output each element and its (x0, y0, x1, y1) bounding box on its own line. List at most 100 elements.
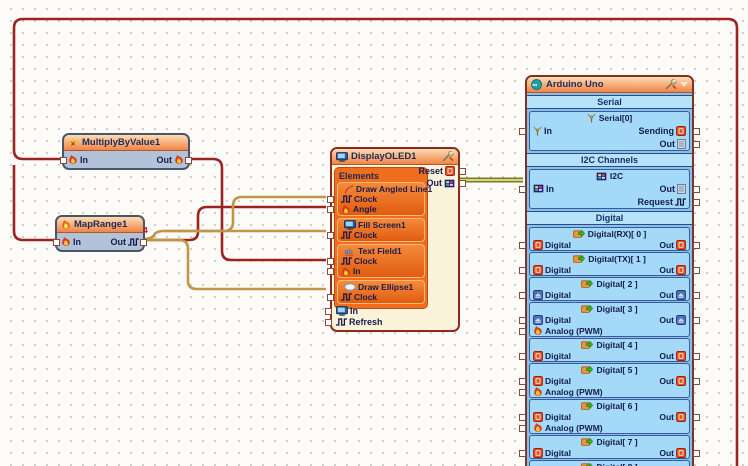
oled-pin-clock[interactable]: Clock (327, 194, 424, 204)
oled-element[interactable]: Draw Ellipse1 Clock (327, 280, 425, 304)
arduino-channel[interactable]: Serial[0] In Sending Out (519, 111, 700, 151)
pin-connector[interactable] (327, 258, 334, 265)
pin-connector[interactable] (693, 127, 700, 135)
pin-connector[interactable] (327, 268, 334, 275)
pin-connector[interactable] (185, 157, 192, 164)
pin-connector[interactable] (693, 449, 700, 457)
pin-connector[interactable] (519, 377, 526, 385)
arduino-channel[interactable]: I2C In Out Request (519, 169, 700, 209)
pin-out[interactable]: Out (111, 237, 139, 247)
pin-connector[interactable] (60, 157, 67, 164)
arduino-pin-out[interactable]: Out (659, 265, 686, 275)
arduino-pin-analog-pwm-[interactable]: Analog (PWM) (533, 423, 603, 433)
pin-connector[interactable] (693, 413, 700, 421)
arduino-channel[interactable]: Digital(RX)[ 0 ] Digital Out (519, 227, 700, 251)
oled-element[interactable]: Draw Angled Line1 Clock Angle (327, 182, 432, 216)
block-multiplybyvalue[interactable]: × MultiplyByValue1 In Out (60, 133, 192, 170)
arduino-channel[interactable]: Digital[ 3 ] Digital Out Analog (PWM) (519, 302, 700, 337)
arduino-pin-out[interactable]: Out (659, 351, 686, 361)
pin-connector[interactable] (519, 316, 526, 324)
pin-connector[interactable] (693, 352, 700, 360)
wire-maprange-to-angledline-clock[interactable] (164, 195, 326, 233)
pin-connector[interactable] (327, 206, 334, 213)
arduino-pin-digital[interactable]: Digital (533, 315, 571, 325)
pin-connector[interactable] (327, 196, 334, 203)
arduino-pin-out[interactable]: Out (659, 240, 686, 250)
wire-maprange-to-ellipse-clock[interactable] (142, 238, 326, 291)
pin-connector[interactable] (519, 388, 526, 396)
pin-connector[interactable] (519, 449, 526, 457)
chevron-down-icon[interactable] (680, 82, 688, 87)
arduino-channel[interactable]: Digital[ 2 ] Digital Out (519, 277, 700, 301)
pin-connector[interactable] (693, 316, 700, 324)
arduino-pin-out[interactable]: Out (659, 315, 686, 325)
arduino-channel[interactable]: Digital[ 4 ] Digital Out (519, 338, 700, 362)
arduino-pin-out[interactable]: Out (660, 184, 687, 194)
wrench-icon[interactable] (664, 79, 677, 90)
arduino-pin-digital[interactable]: Digital (533, 351, 571, 361)
pin-connector[interactable] (519, 127, 526, 135)
block-title-bar[interactable]: MapRange1 (57, 217, 143, 233)
pin-connector[interactable] (459, 168, 466, 175)
pin-connector[interactable] (519, 352, 526, 360)
block-title-bar[interactable]: DisplayOLED1 (332, 149, 458, 165)
block-title-bar[interactable]: × MultiplyByValue1 (64, 135, 188, 151)
arduino-pin-out[interactable]: Out (659, 412, 686, 422)
oled-pin-angle[interactable]: Angle (327, 204, 424, 214)
pin-connector[interactable] (519, 424, 526, 432)
oled-pin-clock[interactable]: Clock (327, 292, 424, 302)
wrench-icon[interactable] (441, 151, 454, 162)
arduino-pin-out[interactable]: Out (659, 290, 686, 300)
pin-out[interactable]: Out (157, 155, 185, 165)
pin-connector[interactable] (53, 239, 60, 246)
pin-connector[interactable] (327, 232, 334, 239)
arduino-pin-request[interactable]: Request (637, 197, 686, 207)
arduino-pin-in[interactable]: In (533, 126, 552, 136)
pin-connector[interactable] (519, 266, 526, 274)
block-maprange[interactable]: MapRange1 In Out (53, 215, 147, 252)
oled-element[interactable]: ab Text Field1 Clock In (327, 244, 425, 278)
arduino-pin-analog-pwm-[interactable]: Analog (PWM) (533, 387, 603, 397)
arduino-pin-analog-pwm-[interactable]: Analog (PWM) (533, 326, 603, 336)
arduino-pin-digital[interactable]: Digital (533, 376, 571, 386)
oled-pin-in[interactable]: In (325, 305, 358, 316)
oled-pin-reset[interactable]: Reset (418, 166, 466, 176)
oled-pin-refresh[interactable]: Refresh (325, 316, 383, 327)
arduino-channel[interactable]: Digital[ 8 ]DigitalOut (529, 460, 690, 466)
arduino-channel[interactable]: Digital(TX)[ 1 ] Digital Out (519, 252, 700, 276)
pin-connector[interactable] (693, 185, 700, 193)
arduino-pin-in[interactable]: In (533, 184, 554, 194)
wire-analog-loop-branch[interactable] (12, 165, 56, 242)
arduino-channel[interactable]: Digital[ 6 ] Digital Out Analog (PWM) (519, 399, 700, 434)
pin-connector[interactable] (693, 291, 700, 299)
pin-connector[interactable] (693, 377, 700, 385)
pin-connector[interactable] (459, 180, 466, 187)
pin-in[interactable]: In (61, 237, 81, 247)
arduino-pin-out[interactable]: Out (660, 139, 687, 149)
block-displayoled[interactable]: DisplayOLED1 Elements Draw Angled Line1 C… (325, 147, 466, 332)
arduino-pin-digital[interactable]: Digital (533, 290, 571, 300)
pin-in[interactable]: In (68, 155, 88, 165)
arduino-channel[interactable]: Digital[ 5 ] Digital Out Analog (PWM) (519, 363, 700, 398)
visuino-canvas[interactable]: 4 × MultiplyByValue1 In Out MapRange1 In… (0, 0, 748, 466)
block-arduino-uno[interactable]: ∞ Arduino Uno Serial Serial[0] In Sending Ou… (519, 75, 700, 466)
pin-connector[interactable] (325, 307, 332, 315)
pin-connector[interactable] (519, 241, 526, 249)
oled-pin-clock[interactable]: Clock (327, 230, 424, 240)
pin-connector[interactable] (519, 327, 526, 335)
oled-element[interactable]: Fill Screen1 Clock (327, 218, 425, 242)
arduino-pin-digital[interactable]: Digital (533, 412, 571, 422)
arduino-pin-out[interactable]: Out (659, 448, 686, 458)
arduino-pin-out[interactable]: Out (659, 376, 686, 386)
pin-connector[interactable] (519, 413, 526, 421)
arduino-pin-sending[interactable]: Sending (639, 126, 687, 136)
arduino-pin-digital[interactable]: Digital (533, 240, 571, 250)
oled-pin-in[interactable]: In (327, 266, 424, 276)
pin-connector[interactable] (140, 239, 147, 246)
arduino-pin-digital[interactable]: Digital (533, 265, 571, 275)
oled-pin-out[interactable]: Out (427, 178, 466, 188)
block-title-bar[interactable]: ∞ Arduino Uno (527, 77, 692, 93)
arduino-pin-digital[interactable]: Digital (533, 448, 571, 458)
pin-connector[interactable] (693, 198, 700, 206)
pin-connector[interactable] (693, 266, 700, 274)
